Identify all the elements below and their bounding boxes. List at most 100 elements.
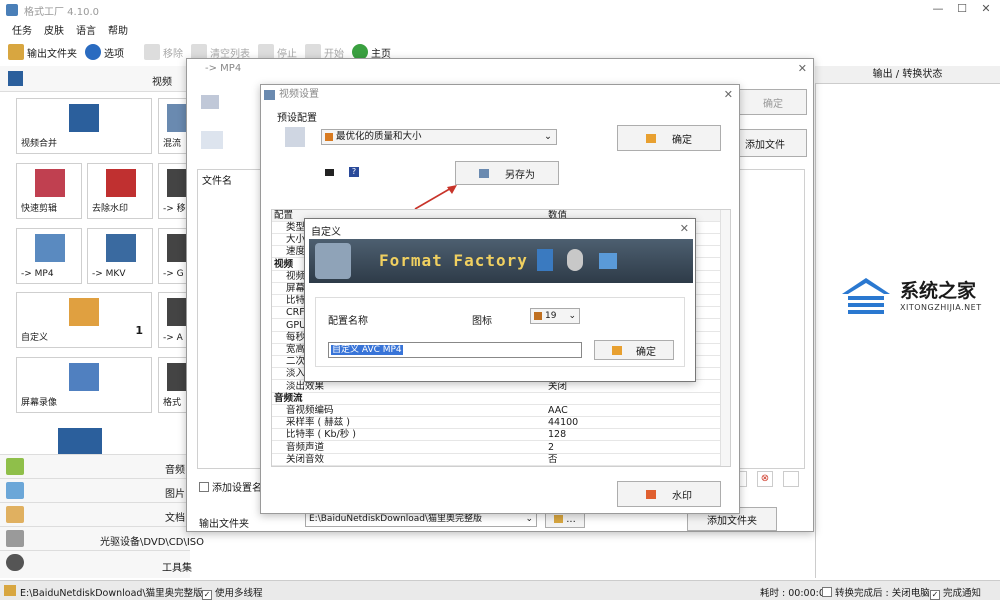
output-folder-label: 输出文件夹 <box>199 519 249 530</box>
disc-drive-icon <box>6 530 24 547</box>
tile-custom[interactable]: 自定义 1 <box>16 292 152 348</box>
menu-task[interactable]: 任务 <box>12 22 32 37</box>
minimize-icon[interactable]: — <box>930 2 946 16</box>
tile-label: 格式 <box>163 398 182 408</box>
category-video-header[interactable]: 视频 <box>0 66 190 92</box>
config-name-label: 配置名称 <box>328 316 368 327</box>
maximize-icon[interactable]: ☐ <box>954 2 970 16</box>
add-setting-name-toggle[interactable]: 添加设置名 <box>199 479 262 494</box>
icon-select[interactable]: 19 ⌄ <box>530 308 580 324</box>
icon-label: 图标 <box>472 316 492 327</box>
tile-label: 混流 <box>163 139 182 149</box>
mp4-confirm-button[interactable]: 确定 <box>739 89 807 115</box>
category-video-label: 视频 <box>152 77 172 88</box>
tile-label: 屏幕录像 <box>21 398 58 408</box>
category-image[interactable]: 图片 <box>0 478 190 502</box>
convert-icon <box>167 234 187 262</box>
icon-preview <box>534 312 542 320</box>
document-icon <box>6 506 24 523</box>
tile-label: -> A <box>163 333 183 343</box>
preset-label: 预设配置 <box>277 113 317 124</box>
cmd-icon[interactable] <box>325 169 334 176</box>
status-bar: E:\BaiduNetdiskDownload\猫里奥完整版 ✓ 使用多线程 耗时… <box>0 580 1000 600</box>
output-folder-button[interactable]: 输出文件夹 <box>8 44 77 60</box>
settings-row[interactable]: 淡出效果 关闭 <box>272 381 730 393</box>
arrow-right-icon <box>612 345 622 355</box>
window-title: 格式工厂 4.10.0 <box>24 7 99 18</box>
close-icon[interactable]: ✕ <box>978 2 994 16</box>
arrow-right-icon <box>646 133 656 143</box>
menu-language[interactable]: 语言 <box>76 22 96 37</box>
close-icon[interactable]: ✕ <box>680 222 689 235</box>
video-settings-title: 视频设置 <box>279 89 319 100</box>
settings-row[interactable]: 音视频编码 AAC <box>272 405 730 417</box>
custom-form: 配置名称 图标 19 ⌄ 自定义 AVC MP4 确定 <box>315 297 685 367</box>
tile-label: -> MKV <box>92 269 126 279</box>
settings-row[interactable]: 关闭音效否 <box>272 454 730 466</box>
tile-count-badge: 1 <box>135 324 143 337</box>
mkv-file-icon <box>106 234 136 262</box>
chevron-down-icon: ⌄ <box>568 311 576 321</box>
settings-row[interactable]: 音频声道 2 <box>272 442 730 454</box>
tile-label: 快速剪辑 <box>21 204 58 214</box>
tile-label: 自定义 <box>21 333 49 343</box>
folder-icon <box>8 44 24 60</box>
tile-label: -> 移 <box>163 204 186 214</box>
tile-mkv-file[interactable]: -> MKV <box>87 228 153 284</box>
settings-section[interactable]: 音频流 <box>272 393 730 405</box>
tile-mp4-file[interactable]: -> MP4 <box>16 228 82 284</box>
save-as-button[interactable]: 另存为 <box>455 161 559 185</box>
status-path[interactable]: E:\BaiduNetdiskDownload\猫里奥完整版 <box>20 585 203 599</box>
config-name-input[interactable]: 自定义 AVC MP4 <box>328 342 582 358</box>
tile-label: 去除水印 <box>92 204 129 214</box>
convert-icon <box>167 169 187 197</box>
mp4-dialog-title: -> MP4 <box>205 63 242 74</box>
speaker-icon <box>567 249 583 271</box>
after-done-toggle[interactable]: 转换完成后 : 关闭电脑 <box>822 585 930 599</box>
settings-confirm-button[interactable]: 确定 <box>617 125 721 151</box>
tools-icon <box>6 554 24 571</box>
settings-scrollbar[interactable] <box>720 210 730 466</box>
delete-icon[interactable]: ⊗ <box>757 471 773 487</box>
category-tools[interactable]: 工具集 <box>0 550 192 578</box>
convert-icon <box>167 298 187 326</box>
scissors-icon <box>35 169 65 197</box>
tile-screen-record[interactable]: 屏幕录像 <box>16 357 152 413</box>
close-icon[interactable]: ✕ <box>798 62 807 75</box>
mux-icon <box>167 104 187 132</box>
factory-logo-icon <box>315 243 351 279</box>
app-logo-icon <box>6 4 18 16</box>
close-icon[interactable]: ✕ <box>724 88 733 101</box>
category-audio[interactable]: 音频 <box>0 454 190 478</box>
remove-button[interactable]: 移除 <box>144 44 183 60</box>
custom-icon <box>69 298 99 326</box>
music-note-icon <box>6 458 24 475</box>
notify-toggle[interactable]: ✓ 完成通知 <box>930 585 981 600</box>
settings-row[interactable]: 比特率 ( Kb/秒 ) 128 <box>272 429 730 442</box>
mp4-file-icon <box>35 234 65 262</box>
format-icon <box>167 363 187 391</box>
tile-scissors[interactable]: 快速剪辑 <box>16 163 82 219</box>
tile-label: -> G <box>163 269 184 279</box>
menu-skin[interactable]: 皮肤 <box>44 22 64 37</box>
info-icon[interactable] <box>783 471 799 487</box>
film-merge-icon <box>69 104 99 132</box>
tile-film-merge[interactable]: 视频合并 <box>16 98 152 154</box>
custom-dialog-title: 自定义 <box>311 227 341 238</box>
options-button[interactable]: 选项 <box>85 44 124 60</box>
tile-eraser[interactable]: 去除水印 <box>87 163 153 219</box>
custom-confirm-button[interactable]: 确定 <box>594 340 674 360</box>
watermark-button[interactable]: 水印 <box>617 481 721 507</box>
folder-icon <box>554 515 564 523</box>
multithread-toggle[interactable]: ✓ 使用多线程 <box>202 585 263 600</box>
picture-icon <box>6 482 24 499</box>
settings-row[interactable]: 采样率 ( 赫兹 ) 44100 <box>272 417 730 430</box>
category-dvd[interactable]: 光驱设备\DVD\CD\ISO <box>0 526 204 550</box>
preset-select[interactable]: 最优化的质量和大小 ⌄ <box>321 129 557 145</box>
file-name-column: 文件名 <box>202 176 232 187</box>
settings-icon[interactable] <box>201 131 223 149</box>
help-icon[interactable]: ? <box>349 167 359 177</box>
film-icon <box>537 249 553 271</box>
menu-help[interactable]: 帮助 <box>108 22 128 37</box>
category-document[interactable]: 文档 <box>0 502 190 526</box>
